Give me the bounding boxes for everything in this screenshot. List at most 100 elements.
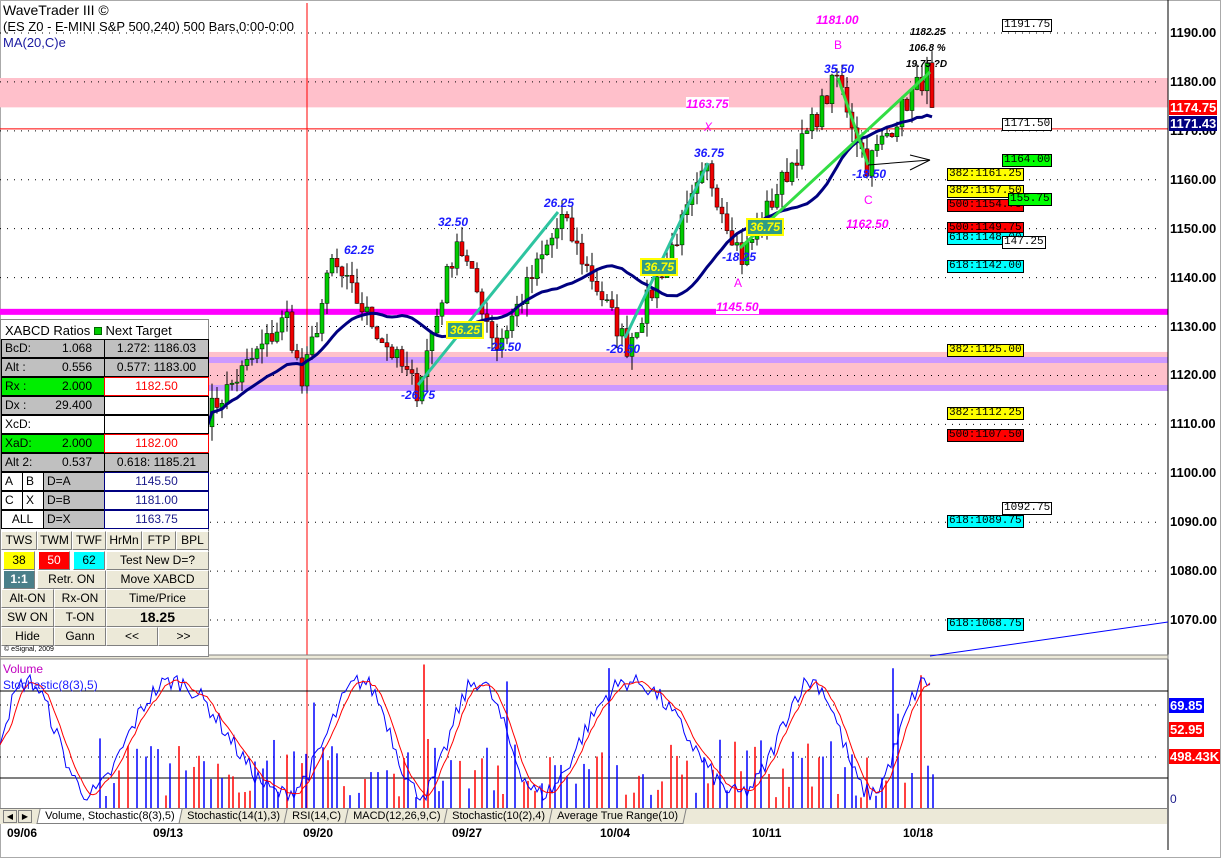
indicator-tab[interactable]: RSI(14,C) <box>283 809 350 824</box>
candle-body <box>669 244 675 260</box>
hide-button[interactable]: Hide <box>1 627 54 646</box>
ratio-target <box>104 396 209 415</box>
candle-body <box>584 263 590 266</box>
candle-body <box>544 244 550 255</box>
all-toggle[interactable]: ALL <box>1 510 44 529</box>
fib-level-tag: 155.75 <box>1008 193 1052 206</box>
point-a-label: A <box>734 276 743 290</box>
candle-body <box>469 261 475 269</box>
ratio-row-label: XaD: 2.000 <box>1 434 105 453</box>
candle-body <box>439 302 445 317</box>
wave-label: -26.75 <box>401 388 436 402</box>
ratio-value: 1.068 <box>61 341 92 355</box>
ratio-row-label: XcD: <box>1 415 105 434</box>
candle-body <box>329 258 335 274</box>
retr-on-button[interactable]: Retr. ON <box>37 570 106 589</box>
point-a-price: 1145.50 <box>716 300 759 314</box>
d-equals-b-value: 1181.00 <box>104 491 209 510</box>
candle-body <box>349 275 355 284</box>
ratio-target: 1.272: 1186.03 <box>104 339 209 358</box>
candle-body <box>234 381 240 384</box>
candle-body <box>394 349 400 358</box>
bpl-button[interactable]: BPL <box>176 531 209 550</box>
candle-body <box>384 342 390 348</box>
ratio-key: Alt : <box>5 360 26 374</box>
candle-body <box>559 214 565 229</box>
candle-body <box>309 336 315 355</box>
candle-body <box>249 358 255 360</box>
hrmn-button[interactable]: HrMn <box>106 531 142 550</box>
candle-body <box>889 133 895 138</box>
stoch-d-tag: 52.95 <box>1169 722 1204 737</box>
wave-badge: 36.25 <box>446 321 485 339</box>
twf-value[interactable]: 62 <box>73 551 105 570</box>
candle-body <box>779 171 785 195</box>
twm-button[interactable]: TWM <box>37 531 72 550</box>
candle-body <box>819 95 825 128</box>
scroll-right-icon[interactable]: ▶ <box>18 810 32 823</box>
point-c-label: C <box>864 193 873 207</box>
fib-level-tag: 382:1161.25 <box>947 168 1024 181</box>
candle-body <box>554 228 560 239</box>
ratio-target: 0.618: 1185.21 <box>104 453 209 472</box>
move-xabcd-button[interactable]: Move XABCD <box>106 570 209 589</box>
indicator-tab[interactable]: Stochastic(14(1),3) <box>178 809 289 824</box>
copyright: © eSignal, 2009 <box>4 646 54 653</box>
point-d-price: 1182.25 <box>910 27 946 38</box>
point-b-toggle[interactable]: B <box>22 472 44 491</box>
candle-body <box>504 330 510 339</box>
price-axis-label: 1160.00 <box>1170 171 1217 187</box>
wave-label: -18.50 <box>852 167 887 181</box>
candle-body <box>609 299 615 308</box>
tws-button[interactable]: TWS <box>1 531 37 550</box>
indicator-tab[interactable]: Stochastic(10(2),4) <box>443 809 554 824</box>
candle-body <box>894 126 900 138</box>
point-a-toggle[interactable]: A <box>1 472 23 491</box>
indicator-tab[interactable]: MACD(12,26,9,C) <box>344 809 450 824</box>
point-x-toggle[interactable]: X <box>22 491 44 510</box>
wave-label: 35.50 <box>824 62 855 76</box>
candle-body <box>444 266 450 304</box>
candle-body <box>654 276 660 299</box>
time-price-value: 18.25 <box>106 608 209 627</box>
sw-on-button[interactable]: SW ON <box>1 608 54 627</box>
candle-body <box>774 194 780 208</box>
ratio-value: 0.537 <box>61 455 92 469</box>
d-equals-a-label: D=A <box>43 472 105 491</box>
ratio-row-label: BcD: 1.068 <box>1 339 105 358</box>
indicator-tab[interactable]: Volume, Stochastic(8(3),5) <box>36 809 184 824</box>
fib-level-tag: 1171.50 <box>1002 118 1053 131</box>
candle-body <box>574 240 580 244</box>
wave-label: -18.25 <box>722 250 757 264</box>
candle-body <box>719 206 725 215</box>
t-on-button[interactable]: T-ON <box>54 608 106 627</box>
scroll-left-icon[interactable]: ◀ <box>3 810 17 823</box>
time-price-button[interactable]: Time/Price <box>106 589 209 608</box>
indicator-tab[interactable]: Average True Range(10) <box>548 809 687 824</box>
candle-body <box>829 74 835 104</box>
tws-value[interactable]: 38 <box>3 551 35 570</box>
candle-body <box>344 275 350 277</box>
alt-on-button[interactable]: Alt-ON <box>1 589 54 608</box>
candle-body <box>709 163 715 189</box>
ratio-value: 29.400 <box>55 398 92 412</box>
twm-value[interactable]: 50 <box>38 551 70 570</box>
test-new-d-button[interactable]: Test New D=? <box>106 551 209 570</box>
next-button[interactable]: >> <box>158 627 209 646</box>
candle-body <box>369 306 375 328</box>
prev-button[interactable]: << <box>106 627 158 646</box>
candle-body <box>459 241 465 256</box>
candle-body <box>434 315 440 334</box>
gann-button[interactable]: Gann <box>54 627 106 646</box>
point-c-toggle[interactable]: C <box>1 491 23 510</box>
ftp-button[interactable]: FTP <box>142 531 176 550</box>
wave-label: 32.50 <box>438 215 469 229</box>
candle-body <box>639 323 645 333</box>
twf-button[interactable]: TWF <box>72 531 106 550</box>
ratio-button[interactable]: 1:1 <box>3 570 35 589</box>
candle-body <box>904 98 910 111</box>
candle-body <box>334 258 340 268</box>
candle-body <box>564 214 570 219</box>
point-c-price: 1162.50 <box>846 217 889 231</box>
rx-on-button[interactable]: Rx-ON <box>54 589 106 608</box>
